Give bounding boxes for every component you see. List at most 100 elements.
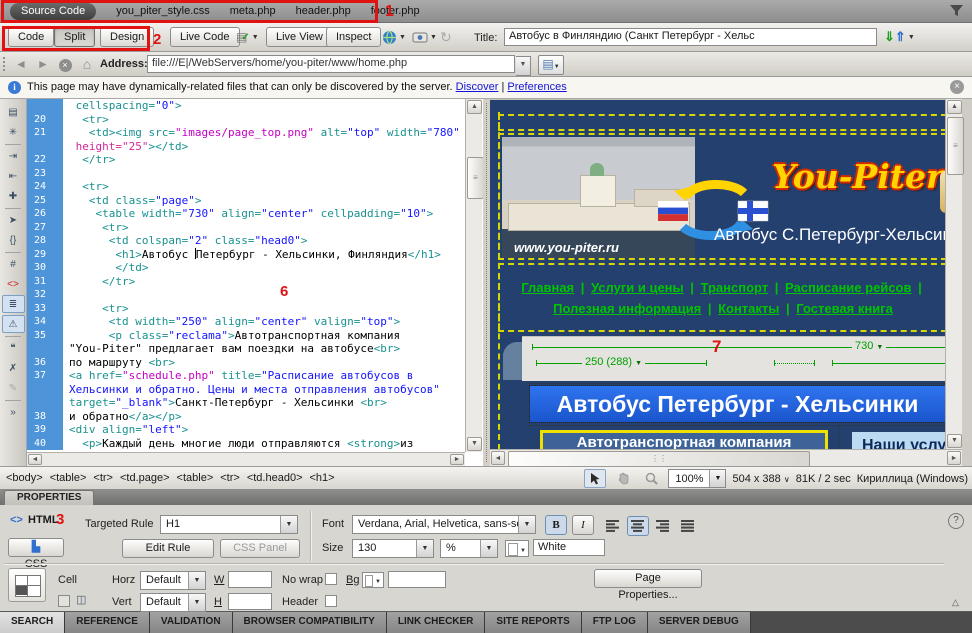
filter-icon[interactable] — [949, 4, 964, 18]
visual-aids-icon[interactable]: ▼ — [412, 27, 437, 47]
code-text[interactable]: и обратно</a></p> — [63, 410, 182, 424]
panel-tab-link-checker[interactable]: LINK CHECKER — [387, 612, 486, 633]
code-line[interactable]: 36по маршруту <br> — [27, 356, 465, 370]
code-editor[interactable]: cellspacing="0">20 <tr>21 <td><img src="… — [27, 99, 465, 452]
code-text[interactable]: <div align="left"> — [63, 423, 188, 437]
balance-braces-icon[interactable]: {} — [2, 231, 25, 249]
word-wrap-icon[interactable]: ≣ — [2, 295, 25, 313]
code-line[interactable]: 29 <h1>Автобус Петербург - Хельсинки, Фи… — [27, 248, 465, 262]
code-text[interactable]: <td><img src="images/page_top.png" alt="… — [63, 126, 460, 140]
bg-color-input[interactable] — [388, 571, 446, 588]
code-line[interactable]: 30 </td> — [27, 261, 465, 275]
design-horizontal-scrollbar[interactable]: ◄ ⋮⋮ ► — [490, 449, 962, 466]
show-more-icon[interactable]: » — [2, 403, 25, 421]
code-line[interactable]: 33 <tr> — [27, 302, 465, 316]
page-properties-button[interactable]: Page Properties... — [594, 569, 702, 588]
site-nav-link[interactable]: Услуги и цены — [591, 280, 684, 295]
targeted-rule-select[interactable]: H1▼ — [160, 515, 298, 534]
code-text[interactable]: <p>Каждый день многие люди отправляются … — [63, 437, 413, 451]
services-box[interactable]: Наши услуги — [852, 432, 945, 450]
live-code-button[interactable]: Live Code — [170, 27, 240, 47]
panel-tab-site-reports[interactable]: SITE REPORTS — [485, 612, 581, 633]
file-transfer-icon[interactable]: ⇓⇑▼ — [884, 27, 915, 47]
code-text[interactable]: Хельсинки и обратно. Цены и места отправ… — [63, 383, 440, 397]
preferences-link[interactable]: Preferences — [507, 81, 566, 93]
code-text[interactable]: <tr> — [63, 302, 129, 316]
code-line[interactable]: 21 <td><img src="images/page_top.png" al… — [27, 126, 465, 140]
code-text[interactable]: <h1>Автобус Петербург - Хельсинки, Финля… — [63, 248, 441, 262]
code-text[interactable]: <table width="730" align="center" cellpa… — [63, 207, 433, 221]
code-text[interactable]: <a href="schedule.php" title="Расписание… — [63, 369, 413, 383]
font-select[interactable]: Verdana, Arial, Helvetica, sans-serif▼ — [352, 515, 536, 534]
related-file-tab[interactable]: you_piter_style.css — [116, 5, 210, 17]
cell-height-input[interactable] — [228, 593, 272, 610]
back-icon[interactable]: ◄ — [12, 56, 30, 72]
scroll-right-icon[interactable]: ► — [450, 454, 464, 465]
empty-table-row[interactable] — [498, 114, 945, 131]
bold-button[interactable]: B — [545, 515, 567, 535]
panel-tab-server-debug[interactable]: SERVER DEBUG — [648, 612, 751, 633]
header-checkbox[interactable] — [325, 595, 337, 607]
code-text[interactable]: по маршруту <br> — [63, 356, 175, 370]
code-line[interactable]: 37<a href="schedule.php" title="Расписан… — [27, 369, 465, 383]
code-navigator-icon[interactable]: ✳ — [2, 123, 25, 141]
code-line[interactable]: 39<div align="left"> — [27, 423, 465, 437]
related-file-tab[interactable]: meta.php — [230, 5, 276, 17]
tag-selector-item[interactable]: <td.page> — [120, 472, 170, 484]
code-line[interactable]: 20 <tr> — [27, 113, 465, 127]
text-color-input[interactable]: White — [533, 539, 605, 556]
related-file-tab[interactable]: footer.php — [371, 5, 420, 17]
align-justify-button[interactable] — [677, 516, 699, 536]
panel-tab-reference[interactable]: REFERENCE — [65, 612, 150, 633]
scroll-right-icon[interactable]: ► — [947, 451, 961, 465]
tag-selector-item[interactable]: <tr> — [220, 472, 240, 484]
address-input[interactable]: file:///E|/WebServers/home/you-piter/www… — [147, 55, 515, 73]
toolbar-grip[interactable] — [3, 57, 9, 71]
site-nav-link[interactable]: Главная — [521, 280, 574, 295]
code-text[interactable]: cellspacing="0"> — [63, 99, 182, 113]
page-heading[interactable]: Автобус Петербург - Хельсинки — [530, 386, 945, 422]
align-right-button[interactable] — [652, 516, 674, 536]
panel-tab-validation[interactable]: VALIDATION — [150, 612, 233, 633]
code-line[interactable]: 35 <p class="reclama">Автотранспортная к… — [27, 329, 465, 343]
pane-splitter[interactable] — [483, 99, 490, 466]
text-color-swatch[interactable]: ▼ — [505, 540, 529, 557]
panel-tab-browser-compatibility[interactable]: BROWSER COMPATIBILITY — [233, 612, 387, 633]
select-parent-tag-icon[interactable]: ➤ — [2, 211, 25, 229]
code-text[interactable]: <p class="reclama">Автотранспортная комп… — [63, 329, 400, 343]
panel-collapse-icon[interactable]: △ — [952, 597, 959, 608]
code-line[interactable]: 23 — [27, 167, 465, 181]
italic-button[interactable]: I — [572, 515, 594, 535]
size-unit-select[interactable]: %▼ — [440, 539, 498, 558]
code-line[interactable]: 24 <tr> — [27, 180, 465, 194]
view-button-design[interactable]: Design — [100, 27, 154, 47]
preview-in-browser-icon[interactable]: ▼ — [382, 27, 406, 47]
cell-width-input[interactable] — [228, 571, 272, 588]
table-width-menu[interactable]: 730 ▼ — [852, 340, 886, 352]
live-view-options-icon[interactable]: ▤▼ — [538, 55, 564, 75]
validate-icon[interactable]: ▤✓▼ — [236, 27, 259, 47]
line-numbers-icon[interactable]: # — [2, 255, 25, 273]
scroll-up-icon[interactable]: ▲ — [947, 100, 962, 114]
code-line[interactable]: 27 <tr> — [27, 221, 465, 235]
view-button-code[interactable]: Code — [8, 27, 54, 47]
code-line[interactable]: cellspacing="0"> — [27, 99, 465, 113]
syntax-error-alerts-icon[interactable]: ⚠ — [2, 315, 25, 333]
code-line[interactable]: 26 <table width="730" align="center" cel… — [27, 207, 465, 221]
highlight-invalid-code-icon[interactable]: <> — [2, 275, 25, 293]
remove-comment-icon[interactable]: ✗ — [2, 359, 25, 377]
tag-selector-item[interactable]: <table> — [177, 472, 214, 484]
tag-selector-item[interactable]: <td.head0> — [247, 472, 303, 484]
code-text[interactable]: <td colspan="2" class="head0"> — [63, 234, 307, 248]
vert-align-select[interactable]: Default▼ — [140, 593, 206, 612]
expand-all-icon[interactable]: ✚ — [2, 187, 25, 205]
html-mode-button[interactable]: HTML — [28, 514, 59, 526]
code-text[interactable]: <tr> — [63, 113, 109, 127]
bg-color-swatch[interactable]: ▼ — [362, 572, 384, 588]
design-scroll-thumb[interactable]: ≡ — [947, 117, 964, 175]
code-line[interactable]: height="25"></td> — [27, 140, 465, 154]
edit-rule-button[interactable]: Edit Rule — [122, 539, 214, 558]
scroll-up-icon[interactable]: ▲ — [467, 100, 482, 114]
site-header[interactable]: You-Piter Автобус С.Петербург-Хельсинки … — [498, 133, 945, 260]
view-button-split[interactable]: Split — [54, 27, 95, 47]
